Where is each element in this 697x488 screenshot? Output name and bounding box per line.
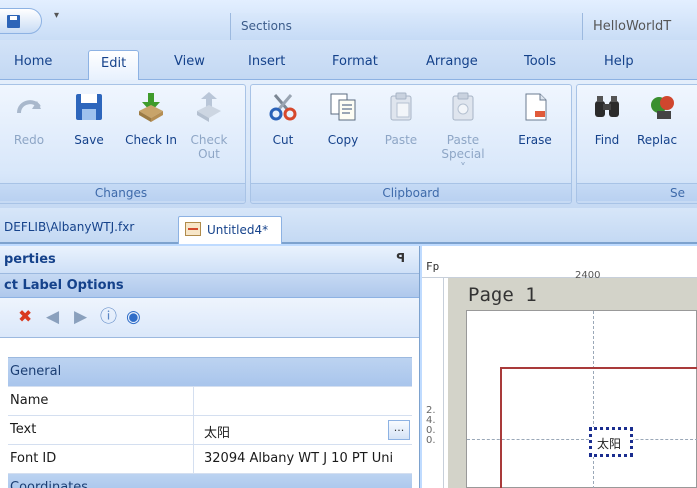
pin-icon[interactable]: ꟼ <box>396 251 405 265</box>
paste-button[interactable]: Paste <box>375 89 427 147</box>
replace-icon <box>651 96 674 119</box>
page-sheet[interactable]: 太阳 <box>466 310 697 488</box>
context-tab-sections: Sections <box>230 13 582 40</box>
binoculars-icon <box>595 96 619 117</box>
property-font-id[interactable]: Font ID 32094 Albany WT J 10 PT Uni <box>8 445 412 474</box>
previous-icon[interactable]: ◀ <box>46 307 59 327</box>
check-out-icon <box>197 92 221 122</box>
redo-icon <box>17 100 41 114</box>
help-icon[interactable]: ◉ <box>126 307 141 327</box>
property-text[interactable]: Text 太阳 ... <box>8 416 412 445</box>
ruler-corner-label: Fp <box>426 260 440 273</box>
replace-label: Replac <box>637 133 678 147</box>
group-changes: Redo Save Check In Check Out Changes <box>0 84 246 204</box>
property-key: Font ID <box>8 445 194 473</box>
doc-tab-library[interactable]: DEFLIB\AlbanyWTJ.fxr <box>4 220 134 234</box>
tab-arrange[interactable]: Arrange <box>426 54 478 69</box>
property-key: Text <box>8 416 194 444</box>
group-clipboard-label: Clipboard <box>251 183 571 201</box>
properties-subtitle: ct Label Options <box>0 274 419 298</box>
save-button[interactable]: Save <box>63 89 115 147</box>
document-icon <box>185 222 201 236</box>
tab-format[interactable]: Format <box>332 54 378 69</box>
horizontal-ruler: 2400 <box>422 258 697 288</box>
paste-special-icon <box>452 92 474 121</box>
copy-button[interactable]: Copy <box>317 89 369 147</box>
selected-text-label[interactable]: 太阳 <box>589 427 633 457</box>
erase-button[interactable]: Erase <box>509 89 561 147</box>
group-clipboard: Cut Copy Paste Paste Special ˅ Erase Cli… <box>250 84 572 204</box>
find-button[interactable]: Find <box>581 89 633 147</box>
check-out-button[interactable]: Check Out <box>183 89 235 161</box>
label-text: 太阳 <box>597 437 622 451</box>
ribbon-panel: Redo Save Check In Check Out Changes Cut… <box>0 80 697 208</box>
page-title: Page 1 <box>468 284 537 306</box>
check-in-icon <box>139 93 163 122</box>
tab-view[interactable]: View <box>174 54 205 69</box>
copy-label: Copy <box>327 133 359 147</box>
property-value[interactable]: 32094 Albany WT J 10 PT Uni <box>200 445 412 473</box>
grid-header <box>8 348 412 358</box>
next-icon[interactable]: ▶ <box>74 307 87 327</box>
group-changes-label: Changes <box>0 183 245 201</box>
properties-title-text: perties <box>4 252 56 267</box>
group-search-label: Se <box>577 183 697 201</box>
properties-toolbar: ✖ ◀ ▶ ⓘ ◉ <box>0 298 419 338</box>
application-button[interactable] <box>0 8 42 34</box>
category-general[interactable]: General <box>8 358 412 387</box>
find-label: Find <box>594 133 620 147</box>
title-bar: ▾ Sections HelloWorldT <box>0 0 697 40</box>
paste-icon <box>390 92 412 121</box>
ellipsis-button[interactable]: ... <box>388 420 410 440</box>
check-out-label: Check Out <box>190 133 228 161</box>
vertical-ruler: 2.4.0.0. <box>422 278 444 488</box>
property-name[interactable]: Name <box>8 387 412 416</box>
window-title: HelloWorldT <box>582 13 697 40</box>
page-area: Page 1 太阳 <box>448 278 697 488</box>
tab-help[interactable]: Help <box>604 54 634 69</box>
property-value[interactable] <box>200 387 412 415</box>
doc-tab-untitled4[interactable]: Untitled4* <box>178 216 282 244</box>
property-key: Name <box>8 387 194 415</box>
check-in-label: Check In <box>125 133 177 147</box>
category-label: Coordinates <box>10 480 89 488</box>
cut-label: Cut <box>272 133 294 147</box>
ribbon-tab-row: Home Edit View Insert Format Arrange Too… <box>0 40 697 81</box>
qat-dropdown-icon[interactable]: ▾ <box>54 10 59 21</box>
erase-icon <box>525 93 547 121</box>
group-search: Find Replac Se <box>576 84 697 204</box>
tab-tools[interactable]: Tools <box>524 54 556 69</box>
tab-edit[interactable]: Edit <box>88 50 140 81</box>
delete-icon[interactable]: ✖ <box>18 307 32 327</box>
quick-save-icon[interactable] <box>7 15 20 28</box>
tab-insert[interactable]: Insert <box>248 54 285 69</box>
vertical-ruler-number: 2.4.0.0. <box>426 405 436 446</box>
properties-title: perties ꟼ <box>0 246 419 274</box>
erase-label: Erase <box>518 133 552 147</box>
paste-special-label: Paste Special ˅ <box>441 133 485 175</box>
document-tab-bar: DEFLIB\AlbanyWTJ.fxr Untitled4* <box>0 208 697 244</box>
cut-button[interactable]: Cut <box>257 89 309 147</box>
property-grid: General Name Text 太阳 ... Font ID 32094 A… <box>8 348 412 488</box>
tab-home[interactable]: Home <box>14 54 52 69</box>
paste-special-button[interactable]: Paste Special ˅ <box>437 89 489 175</box>
info-icon[interactable]: ⓘ <box>100 307 117 327</box>
category-label: General <box>10 364 62 379</box>
properties-panel: perties ꟼ ct Label Options ✖ ◀ ▶ ⓘ ◉ Gen… <box>0 246 420 488</box>
save-label: Save <box>74 133 104 147</box>
redo-label: Redo <box>13 133 45 147</box>
doc-tab-label: Untitled4* <box>207 223 269 237</box>
save-icon <box>76 94 102 120</box>
replace-button[interactable]: Replac <box>637 89 697 147</box>
redo-button[interactable]: Redo <box>3 89 55 147</box>
check-in-button[interactable]: Check In <box>125 89 177 147</box>
copy-icon <box>330 93 356 121</box>
category-coordinates[interactable]: Coordinates <box>8 474 412 488</box>
design-canvas[interactable]: 2400 Fp 2.4.0.0. Page 1 太阳 <box>422 246 697 488</box>
property-value[interactable]: 太阳 <box>200 416 412 444</box>
scissors-icon <box>269 94 297 121</box>
paste-label: Paste <box>384 133 418 147</box>
